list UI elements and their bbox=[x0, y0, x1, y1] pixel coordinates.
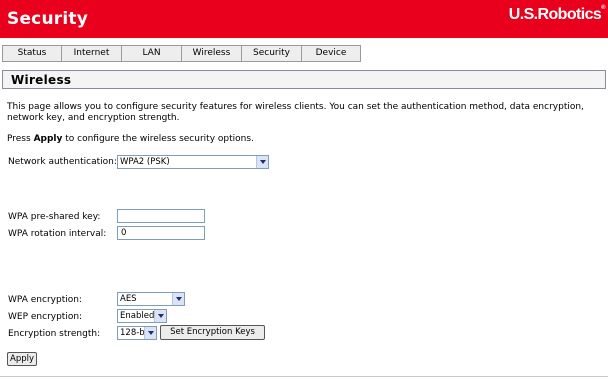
page-description: This page allows you to configure securi… bbox=[7, 102, 584, 123]
wpa-psk-input[interactable] bbox=[117, 209, 205, 223]
section-header: Wireless bbox=[2, 70, 606, 89]
tab-device[interactable]: Device bbox=[301, 45, 361, 62]
encryption-strength-label: Encryption strength: bbox=[8, 329, 101, 339]
wep-encryption-label: WEP encryption: bbox=[8, 312, 83, 322]
wep-encryption-select[interactable]: Enabled bbox=[117, 309, 167, 323]
page-title: Security bbox=[7, 9, 88, 29]
tab-status[interactable]: Status bbox=[2, 45, 61, 62]
wpa-encryption-label: WPA encryption: bbox=[8, 295, 82, 305]
network-auth-value: WPA2 (PSK) bbox=[120, 157, 170, 167]
nav-tabs: Status Internet LAN Wireless Security De… bbox=[2, 45, 361, 62]
wpa-encryption-select[interactable]: AES bbox=[117, 292, 185, 306]
chevron-down-icon bbox=[154, 310, 166, 322]
tab-internet[interactable]: Internet bbox=[61, 45, 121, 62]
encryption-strength-select[interactable]: 128-bit bbox=[117, 326, 157, 340]
wpa-psk-label: WPA pre-shared key: bbox=[8, 212, 101, 222]
apply-button[interactable]: Apply bbox=[7, 352, 37, 366]
tab-lan[interactable]: LAN bbox=[121, 45, 181, 62]
wpa-encryption-value: AES bbox=[120, 294, 137, 304]
page-header: Security U.S.Robotics® bbox=[0, 0, 608, 38]
wep-encryption-value: Enabled bbox=[120, 311, 155, 321]
chevron-down-icon bbox=[144, 327, 156, 339]
network-auth-label: Network authentication: bbox=[8, 157, 117, 167]
set-encryption-keys-button[interactable]: Set Encryption Keys bbox=[160, 325, 265, 340]
wpa-rotation-label: WPA rotation interval: bbox=[8, 229, 107, 239]
brand-logo: U.S.Robotics® bbox=[508, 5, 606, 23]
section-title: Wireless bbox=[11, 73, 72, 87]
tab-wireless[interactable]: Wireless bbox=[181, 45, 241, 62]
network-auth-select[interactable]: WPA2 (PSK) bbox=[117, 155, 269, 169]
tab-security[interactable]: Security bbox=[241, 45, 301, 62]
apply-instruction: Press Apply to configure the wireless se… bbox=[7, 134, 254, 144]
chevron-down-icon bbox=[256, 156, 268, 168]
chevron-down-icon bbox=[172, 293, 184, 305]
wpa-rotation-input[interactable]: 0 bbox=[117, 226, 205, 240]
